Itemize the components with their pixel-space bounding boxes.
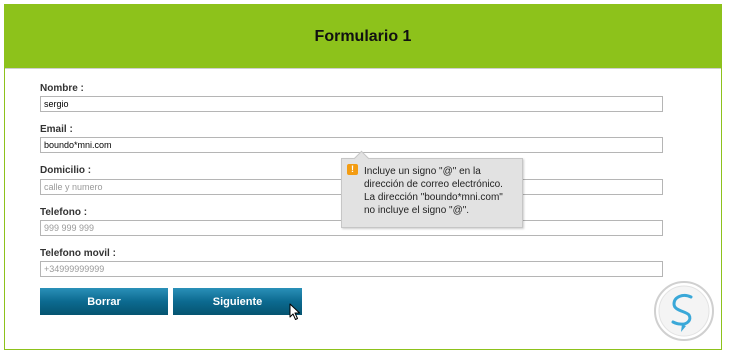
form-container: Formulario 1 Nombre : Email : Domicilio … [4, 4, 722, 350]
phone-label: Telefono : [40, 207, 88, 218]
name-input[interactable] [40, 96, 663, 112]
clear-button[interactable]: Borrar [40, 288, 168, 315]
email-label: Email : [40, 124, 73, 135]
address-label: Domicilio : [40, 165, 92, 176]
page: Formulario 1 Nombre : Email : Domicilio … [0, 0, 730, 355]
form-header: Formulario 1 [5, 5, 721, 69]
solvetic-logo-icon [654, 281, 714, 341]
mobile-phone-label: Telefono movil : [40, 248, 116, 259]
tooltip-line: no incluye el signo "@". [364, 205, 470, 216]
email-input[interactable] [40, 137, 663, 153]
name-label: Nombre : [40, 83, 84, 94]
tooltip-message: Incluye un signo "@" en la dirección de … [364, 165, 519, 217]
next-button[interactable]: Siguiente [173, 288, 302, 315]
mobile-phone-input[interactable] [40, 261, 663, 277]
mouse-pointer-icon [289, 303, 300, 320]
tooltip-line: dirección de correo electrónico. [364, 179, 503, 190]
email-validation-tooltip: ! Incluye un signo "@" en la dirección d… [341, 158, 523, 228]
form-title: Formulario 1 [314, 27, 412, 45]
warning-icon: ! [347, 164, 358, 175]
tooltip-line: Incluye un signo "@" en la [364, 166, 481, 177]
tooltip-line: La dirección "boundo*mni.com" [364, 192, 503, 203]
